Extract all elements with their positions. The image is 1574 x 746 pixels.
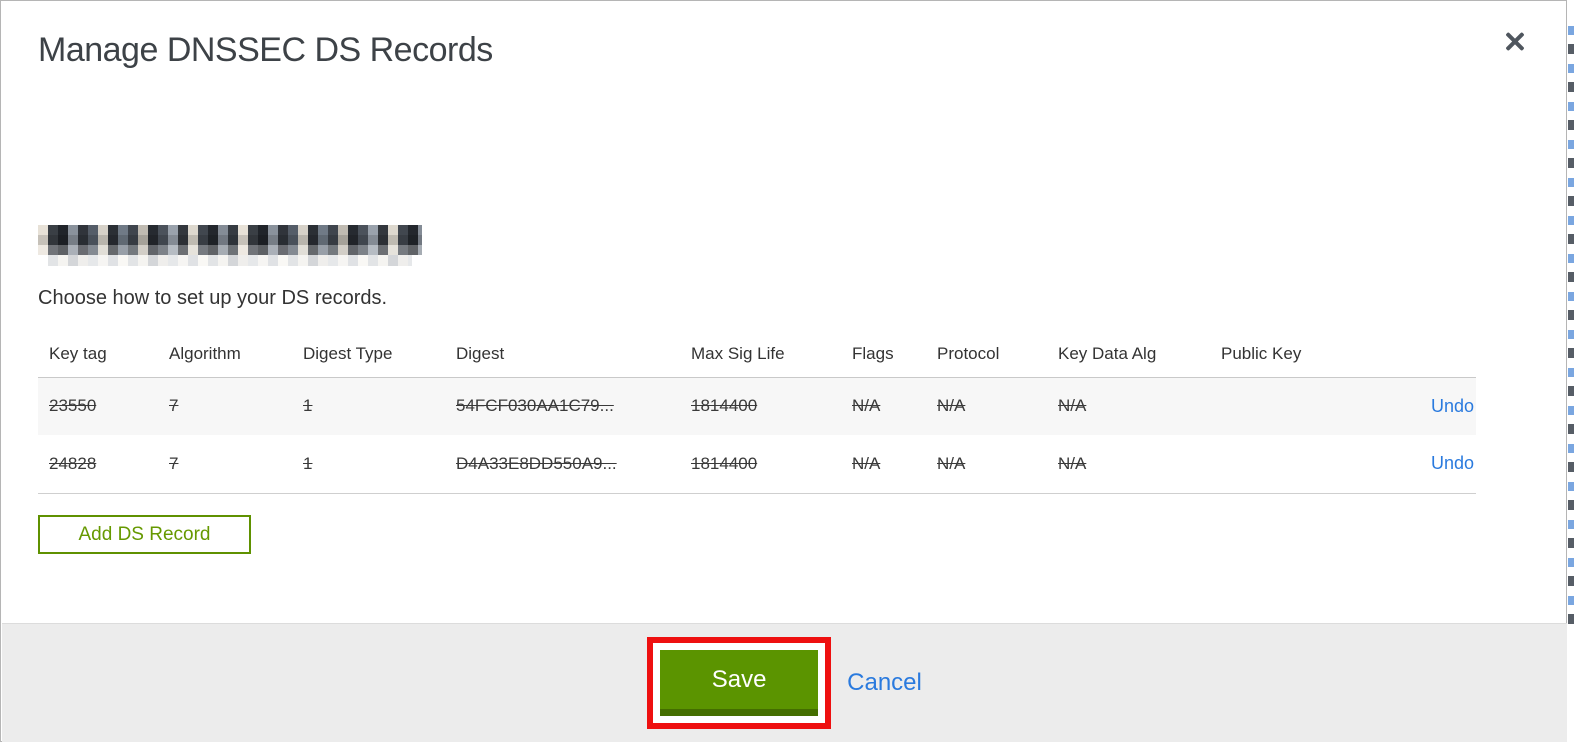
table-row: 23550 7 1 54FCF030AA1C79... 1814400 N/A … (38, 377, 1476, 435)
column-header-algorithm: Algorithm (158, 331, 292, 378)
ds-records-table: Key tag Algorithm Digest Type Digest Max… (38, 331, 1476, 494)
modal-footer: Save Cancel (2, 623, 1567, 742)
cell-flags: N/A (841, 377, 926, 435)
manage-dnssec-modal: Manage DNSSEC DS Records Choose how to s… (0, 0, 1567, 742)
column-header-protocol: Protocol (926, 331, 1047, 378)
undo-link[interactable]: Undo (1431, 396, 1474, 416)
instruction-text: Choose how to set up your DS records. (38, 287, 388, 309)
cell-algorithm: 7 (158, 377, 292, 435)
cell-key-tag: 24828 (38, 435, 158, 494)
cell-key-data-alg: N/A (1047, 435, 1210, 494)
table-row: 24828 7 1 D4A33E8DD550A9... 1814400 N/A … (38, 435, 1476, 494)
column-header-digest-type: Digest Type (292, 331, 445, 378)
domain-name-redacted (38, 225, 422, 255)
save-button[interactable]: Save (660, 650, 819, 716)
cell-flags: N/A (841, 435, 926, 494)
dialog-title: Manage DNSSEC DS Records (38, 31, 493, 69)
column-header-max-sig-life: Max Sig Life (680, 331, 841, 378)
column-header-key-data-alg: Key Data Alg (1047, 331, 1210, 378)
undo-link[interactable]: Undo (1431, 453, 1474, 473)
background-page-sliver (1568, 0, 1574, 746)
cell-digest: 54FCF030AA1C79... (445, 377, 680, 435)
screenshot-root: Manage DNSSEC DS Records Choose how to s… (0, 0, 1574, 746)
column-header-public-key: Public Key (1210, 331, 1370, 378)
cell-public-key (1210, 377, 1370, 435)
cell-key-tag: 23550 (38, 377, 158, 435)
cell-max-sig-life: 1814400 (680, 377, 841, 435)
column-header-actions (1370, 331, 1476, 378)
add-ds-record-button[interactable]: Add DS Record (38, 515, 251, 554)
cell-public-key (1210, 435, 1370, 494)
cell-digest-type: 1 (292, 377, 445, 435)
cell-algorithm: 7 (158, 435, 292, 494)
cell-max-sig-life: 1814400 (680, 435, 841, 494)
cell-protocol: N/A (926, 377, 1047, 435)
domain-name-redacted-shadow (48, 255, 412, 266)
table-header-row: Key tag Algorithm Digest Type Digest Max… (38, 331, 1476, 378)
cell-key-data-alg: N/A (1047, 377, 1210, 435)
cell-digest-type: 1 (292, 435, 445, 494)
column-header-digest: Digest (445, 331, 680, 378)
column-header-key-tag: Key tag (38, 331, 158, 378)
cancel-link[interactable]: Cancel (847, 669, 922, 697)
close-icon[interactable] (1502, 28, 1528, 54)
cell-digest: D4A33E8DD550A9... (445, 435, 680, 494)
annotation-highlight-box: Save (647, 637, 832, 729)
cell-protocol: N/A (926, 435, 1047, 494)
column-header-flags: Flags (841, 331, 926, 378)
